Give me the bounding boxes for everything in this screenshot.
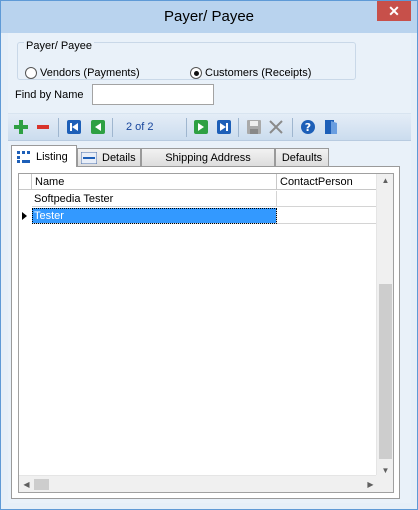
toolbar-separator — [112, 118, 113, 137]
client-area: Payer/ Payee Vendors (Payments) Customer… — [8, 33, 411, 503]
cancel-icon[interactable] — [268, 119, 284, 135]
table-cell-contact[interactable] — [277, 208, 378, 224]
horizontal-scrollbar[interactable]: ◀ ▶ — [19, 475, 378, 492]
toolbar-separator — [58, 118, 59, 137]
help-icon[interactable]: ? — [300, 119, 316, 135]
row-header-current[interactable] — [19, 208, 32, 224]
group-label: Payer/ Payee — [24, 40, 95, 52]
tab-shipping-address[interactable]: Shipping Address — [141, 148, 275, 167]
previous-record-icon[interactable] — [90, 119, 106, 135]
toolbar-separator — [292, 118, 293, 137]
tab-shipping-address-label: Shipping Address — [165, 152, 251, 164]
title-bar[interactable]: Payer/ Payee ✕ — [1, 1, 417, 33]
customers-radio[interactable]: Customers (Receipts) — [190, 67, 311, 79]
row-header[interactable] — [19, 191, 32, 207]
vertical-scroll-thumb[interactable] — [379, 284, 392, 459]
tab-defaults-label: Defaults — [281, 152, 323, 164]
save-icon[interactable] — [246, 119, 262, 135]
column-header-contact-person[interactable]: ContactPerson — [277, 174, 378, 190]
radio-unchecked-icon — [25, 67, 37, 79]
find-by-name-input[interactable] — [92, 84, 214, 105]
tab-details[interactable]: Details — [77, 148, 141, 167]
next-record-icon[interactable] — [193, 119, 209, 135]
svg-text:?: ? — [305, 121, 311, 134]
record-position: 2 of 2 — [126, 121, 154, 133]
current-row-indicator-icon — [22, 212, 27, 220]
delete-icon[interactable] — [35, 119, 51, 135]
tab-strip: Listing Details Shipping Address Default… — [8, 145, 411, 167]
vendors-radio-label: Vendors (Payments) — [40, 67, 140, 79]
scroll-left-icon[interactable]: ◀ — [19, 480, 34, 489]
record-toolbar: 2 of 2 ? — [8, 113, 411, 141]
listing-icon — [17, 150, 30, 163]
scrollbar-corner — [376, 475, 393, 492]
details-icon — [81, 152, 97, 164]
tab-details-label: Details — [102, 152, 136, 164]
table-cell-name-selected[interactable]: Tester — [32, 208, 277, 224]
vertical-scrollbar[interactable]: ▲ ▼ — [376, 174, 393, 477]
tab-listing[interactable]: Listing — [11, 145, 77, 167]
find-by-name-label: Find by Name — [15, 89, 84, 101]
payer-payee-window: Payer/ Payee ✕ Payer/ Payee Vendors (Pay… — [0, 0, 418, 510]
table-cell-name[interactable]: Softpedia Tester — [32, 191, 277, 207]
scroll-down-icon[interactable]: ▼ — [378, 466, 393, 475]
window-title: Payer/ Payee — [163, 8, 255, 25]
vendors-radio[interactable]: Vendors (Payments) — [25, 67, 140, 79]
listing-panel: Name ContactPerson Softpedia Tester Test… — [11, 166, 400, 499]
horizontal-scroll-thumb[interactable] — [34, 479, 49, 490]
radio-checked-icon — [190, 67, 202, 79]
table-cell-contact[interactable] — [277, 191, 378, 207]
exit-icon[interactable] — [324, 119, 340, 135]
column-header-name[interactable]: Name — [32, 174, 277, 190]
last-record-icon[interactable] — [216, 119, 232, 135]
payer-payee-group: Payer/ Payee Vendors (Payments) Customer… — [17, 40, 356, 80]
customers-radio-label: Customers (Receipts) — [205, 67, 312, 79]
payee-grid[interactable]: Name ContactPerson Softpedia Tester Test… — [18, 173, 394, 493]
first-record-icon[interactable] — [66, 119, 82, 135]
toolbar-separator — [186, 118, 187, 137]
tab-listing-label: Listing — [36, 150, 68, 163]
add-icon[interactable] — [13, 119, 29, 135]
scroll-up-icon[interactable]: ▲ — [378, 176, 393, 185]
toolbar-separator — [238, 118, 239, 137]
close-button[interactable]: ✕ — [377, 1, 411, 21]
tab-defaults[interactable]: Defaults — [275, 148, 329, 167]
grid-corner-header — [19, 174, 32, 190]
